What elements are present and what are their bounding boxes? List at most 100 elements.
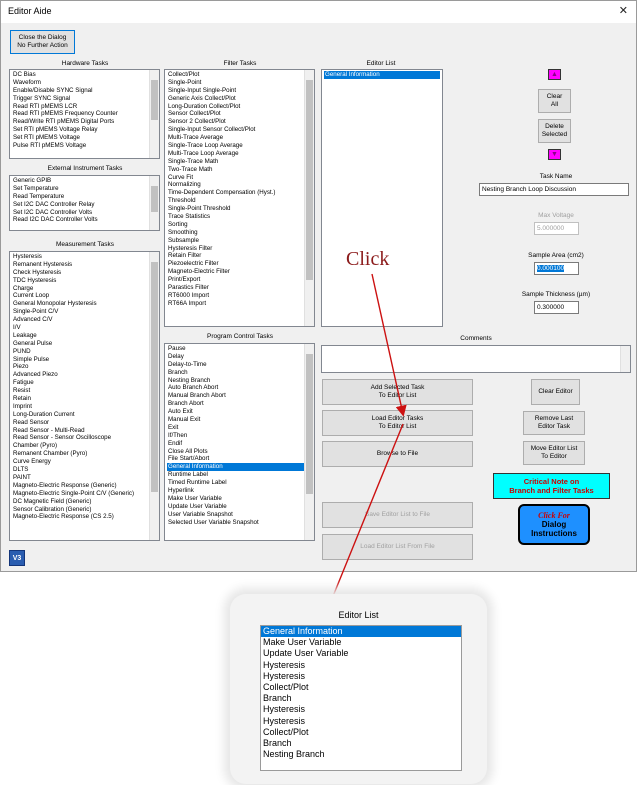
comments-scrollbar[interactable] bbox=[620, 346, 630, 372]
measurement-task-item[interactable]: Read Sensor - Multi-Read bbox=[12, 427, 149, 435]
filter-task-item[interactable]: Collect/Plot bbox=[167, 71, 304, 79]
measurement-task-item[interactable]: DLTS bbox=[12, 466, 149, 474]
filter-task-item[interactable]: Time-Dependent Compensation (Hyst.) bbox=[167, 189, 304, 197]
filter-task-item[interactable]: Single-Input Single-Point bbox=[167, 87, 304, 95]
measurement-task-item[interactable]: Remanent Chamber (Pyro) bbox=[12, 450, 149, 458]
filter-task-item[interactable]: Hysteresis Filter bbox=[167, 245, 304, 253]
zoomed-editor-item[interactable]: Branch bbox=[261, 693, 461, 704]
move-editor-list-button[interactable]: Move Editor List To Editor bbox=[523, 441, 585, 465]
external-task-item[interactable]: Set I2C DAC Controller Relay bbox=[12, 201, 149, 209]
measurement-task-item[interactable]: Long-Duration Current bbox=[12, 411, 149, 419]
program-task-item[interactable]: Manual Exit bbox=[167, 416, 304, 424]
program-task-item[interactable]: Selected User Variable Snapshot bbox=[167, 519, 304, 527]
load-editor-list-from-file-button[interactable]: Load Editor List From File bbox=[322, 534, 473, 560]
external-task-item[interactable]: Generic GPIB bbox=[12, 177, 149, 185]
max-voltage-input[interactable]: 5.000000 bbox=[534, 222, 579, 235]
filter-task-item[interactable]: Single-Trace Loop Average bbox=[167, 142, 304, 150]
dialog-instructions-button[interactable]: Click For Dialog Instructions bbox=[518, 504, 590, 545]
measurement-task-item[interactable]: Hysteresis bbox=[12, 253, 149, 261]
program-task-item[interactable]: File Start/Abort bbox=[167, 455, 304, 463]
program-task-item[interactable]: Exit bbox=[167, 424, 304, 432]
filter-task-item[interactable]: Print/Export bbox=[167, 276, 304, 284]
program-tasks-list[interactable]: Pause Delay Delay-to-Time Branch Nesting Bra… bbox=[164, 343, 315, 541]
zoomed-editor-item[interactable]: Update User Variable bbox=[261, 648, 461, 659]
measurement-task-item[interactable]: Charge bbox=[12, 285, 149, 293]
zoomed-editor-item[interactable]: General Information bbox=[261, 626, 461, 638]
measurement-task-item[interactable]: Magneto-Electric Response (CS 2.5) bbox=[12, 513, 149, 521]
move-down-icon[interactable]: ▼ bbox=[548, 149, 561, 160]
measurement-task-item[interactable]: PUND bbox=[12, 348, 149, 356]
filter-tasks-list[interactable]: Collect/Plot Single-Point Single-Input Sin… bbox=[164, 69, 315, 327]
measurement-task-item[interactable]: Fatigue bbox=[12, 379, 149, 387]
program-task-item[interactable]: Close All Plots bbox=[167, 448, 304, 456]
zoomed-editor-item[interactable]: Branch bbox=[261, 738, 461, 749]
filter-task-item[interactable]: Curve Fit bbox=[167, 174, 304, 182]
program-scrollbar[interactable] bbox=[304, 344, 314, 540]
program-task-item[interactable]: Delay bbox=[167, 353, 304, 361]
measurement-task-item[interactable]: Resist bbox=[12, 387, 149, 395]
measurement-task-item[interactable]: Magneto-Electric Single-Point C/V (Gener… bbox=[12, 490, 149, 498]
load-editor-tasks-button[interactable]: Load Editor Tasks To Editor List bbox=[322, 410, 473, 436]
filter-task-item[interactable]: Multi-Trace Loop Average bbox=[167, 150, 304, 158]
sample-area-input[interactable]: 0.000100 bbox=[534, 262, 579, 275]
filter-task-item[interactable]: Sorting bbox=[167, 221, 304, 229]
hardware-task-item[interactable]: Set RTI pMEMS Voltage Relay bbox=[12, 126, 149, 134]
task-name-input[interactable]: Nesting Branch Loop Discussion bbox=[479, 183, 629, 196]
filter-task-item[interactable]: RT6000 Import bbox=[167, 292, 304, 300]
measurement-task-item[interactable]: Imprint bbox=[12, 403, 149, 411]
hardware-task-item[interactable]: Pulse RTI pMEMS Voltage bbox=[12, 142, 149, 150]
program-task-item[interactable]: Nesting Branch bbox=[167, 377, 304, 385]
filter-task-item[interactable]: Two-Trace Math bbox=[167, 166, 304, 174]
program-task-item[interactable]: Hyperlink bbox=[167, 487, 304, 495]
zoomed-editor-item[interactable]: Nesting Branch bbox=[261, 749, 461, 760]
measurement-task-item[interactable]: Current Loop bbox=[12, 292, 149, 300]
program-task-item[interactable]: User Variable Snapshot bbox=[167, 511, 304, 519]
external-task-item[interactable]: Set I2C DAC Controller Volts bbox=[12, 209, 149, 217]
external-task-item[interactable]: Set Temperature bbox=[12, 185, 149, 193]
program-task-item[interactable]: Endif bbox=[167, 440, 304, 448]
external-tasks-list[interactable]: Generic GPIB Set Temperature Read Temperat… bbox=[9, 175, 160, 231]
program-task-item[interactable]: Delay-to-Time bbox=[167, 361, 304, 369]
filter-task-item[interactable]: Magneto-Electric Filter bbox=[167, 268, 304, 276]
program-task-item[interactable]: Make User Variable bbox=[167, 495, 304, 503]
program-task-item[interactable]: Branch Abort bbox=[167, 400, 304, 408]
measurement-task-item[interactable]: Sensor Calibration (Generic) bbox=[12, 506, 149, 514]
critical-note-button[interactable]: Critical Note on Branch and Filter Tasks bbox=[493, 473, 610, 499]
move-up-icon[interactable]: ▲ bbox=[548, 69, 561, 80]
measurement-task-item[interactable]: Single-Point C/V bbox=[12, 308, 149, 316]
program-task-item[interactable]: Auto Exit bbox=[167, 408, 304, 416]
filter-task-item[interactable]: Sensor Collect/Plot bbox=[167, 110, 304, 118]
filter-task-item[interactable]: Long-Duration Collect/Plot bbox=[167, 103, 304, 111]
measurement-task-item[interactable]: Advanced C/V bbox=[12, 316, 149, 324]
measurement-task-item[interactable]: PAINT bbox=[12, 474, 149, 482]
delete-selected-button[interactable]: Delete Selected bbox=[538, 119, 571, 143]
zoomed-editor-item[interactable]: Hysteresis bbox=[261, 716, 461, 727]
close-icon[interactable]: ✕ bbox=[619, 4, 628, 17]
clear-editor-button[interactable]: Clear Editor bbox=[531, 379, 580, 405]
filter-task-item[interactable]: Single-Point Threshold bbox=[167, 205, 304, 213]
filter-task-item[interactable]: Retain Filter bbox=[167, 252, 304, 260]
hardware-task-item[interactable]: Read RTI pMEMS LCR bbox=[12, 103, 149, 111]
filter-task-item[interactable]: RT66A Import bbox=[167, 300, 304, 308]
clear-all-button[interactable]: Clear All bbox=[538, 89, 571, 113]
measurement-scrollbar[interactable] bbox=[149, 252, 159, 540]
measurement-task-item[interactable]: Read Sensor bbox=[12, 419, 149, 427]
hardware-task-item[interactable]: Enable/Disable SYNC Signal bbox=[12, 87, 149, 95]
zoomed-editor-item[interactable]: Hysteresis bbox=[261, 704, 461, 715]
zoomed-editor-item[interactable]: Collect/Plot bbox=[261, 727, 461, 738]
zoomed-editor-item[interactable]: Hysteresis bbox=[261, 671, 461, 682]
measurement-task-item[interactable]: Piezo bbox=[12, 363, 149, 371]
program-task-item[interactable]: Runtime Label bbox=[167, 471, 304, 479]
remove-last-editor-task-button[interactable]: Remove Last Editor Task bbox=[523, 411, 585, 435]
zoomed-editor-item[interactable]: Hysteresis bbox=[261, 660, 461, 671]
hardware-scrollbar[interactable] bbox=[149, 70, 159, 158]
filter-scrollbar[interactable] bbox=[304, 70, 314, 326]
measurement-task-item[interactable]: Remanent Hysteresis bbox=[12, 261, 149, 269]
zoomed-editor-item[interactable]: Make User Variable bbox=[261, 637, 461, 648]
hardware-task-item[interactable]: Read RTI pMEMS Frequency Counter bbox=[12, 110, 149, 118]
measurement-task-item[interactable]: Leakage bbox=[12, 332, 149, 340]
measurement-task-item[interactable]: Chamber (Pyro) bbox=[12, 442, 149, 450]
filter-task-item[interactable]: Single-Input Sensor Collect/Plot bbox=[167, 126, 304, 134]
measurement-task-item[interactable]: Curve Energy bbox=[12, 458, 149, 466]
filter-task-item[interactable]: Generic Axis Collect/Plot bbox=[167, 95, 304, 103]
